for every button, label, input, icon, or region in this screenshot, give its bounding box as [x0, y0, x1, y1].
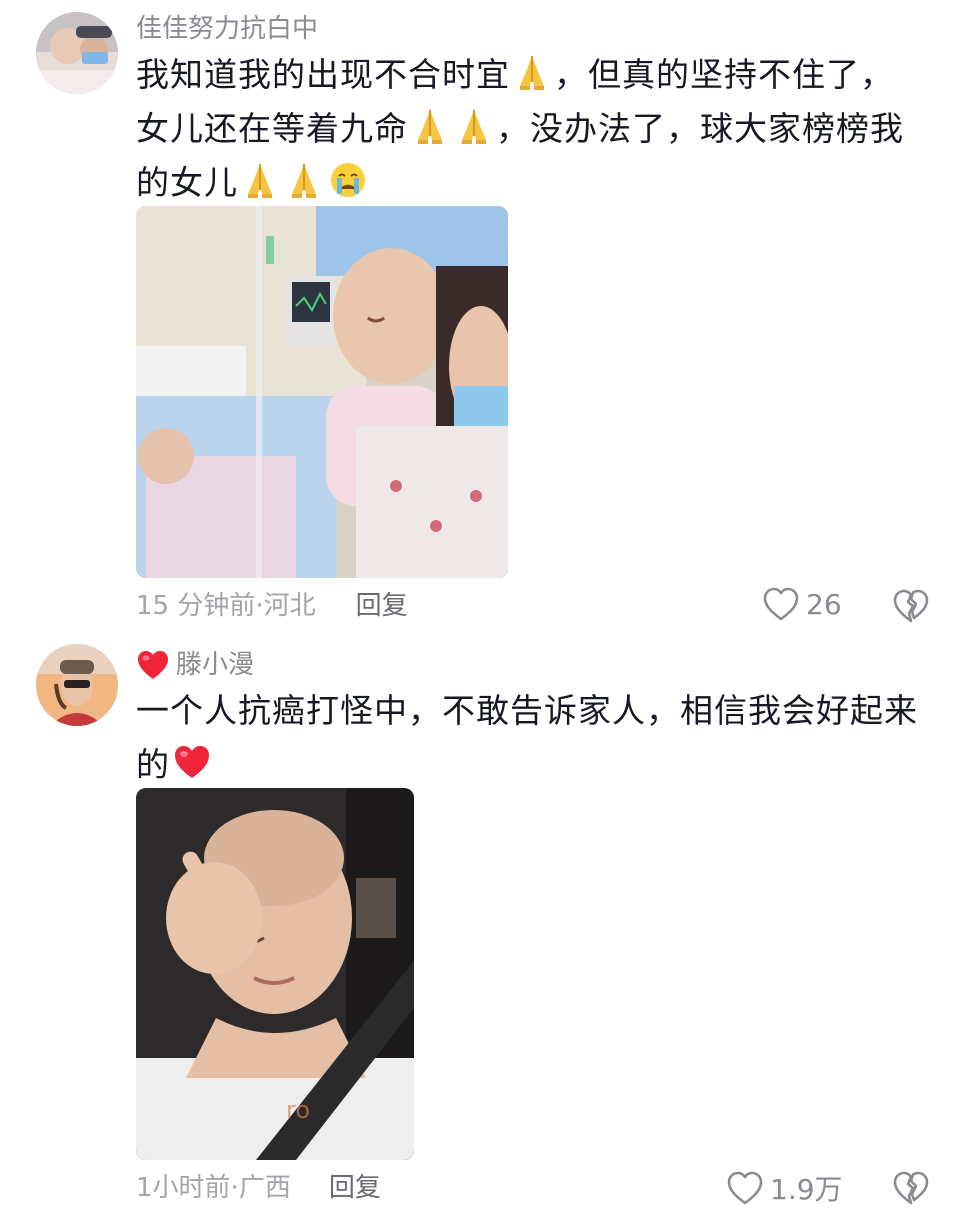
comment-text: 我知道我的出现不合时宜 ，但真的坚持不住了， 女儿还在等着九命 ，没办法了，球大家榜… [136, 48, 926, 210]
like-button[interactable]: 1.9万 [726, 1168, 843, 1208]
selfie-photo-image: ro [136, 788, 414, 1160]
pray-emoji-icon [410, 106, 450, 146]
username[interactable]: 佳佳努力抗白中 [136, 12, 318, 46]
comment-text-segment: 的 [136, 745, 170, 784]
like-count: 1.9万 [770, 1173, 843, 1206]
like-button[interactable]: 26 [762, 586, 842, 622]
heart-outline-icon [763, 587, 799, 621]
comment-line: 的 [136, 738, 926, 792]
avatar[interactable] [36, 644, 118, 726]
comment-text-segment: 女儿还在等着九命 [136, 109, 408, 148]
comment-line: 我知道我的出现不合时宜 ，但真的坚持不住了， [136, 48, 926, 102]
pray-emoji-icon [454, 106, 494, 146]
hospital-bed-photo-image [136, 206, 508, 578]
heart-outline-icon [727, 1171, 763, 1205]
comment-time: 15 分钟前 [136, 591, 256, 621]
comment-text-segment: ，但真的坚持不住了， [554, 55, 894, 94]
dislike-button[interactable] [892, 588, 930, 624]
dislike-button[interactable] [892, 1170, 930, 1206]
avatar[interactable] [36, 12, 118, 94]
pray-emoji-icon [284, 160, 324, 200]
pray-emoji-icon [512, 52, 552, 92]
red-heart-icon [136, 649, 170, 681]
pray-emoji-icon [240, 160, 280, 200]
username[interactable]: 滕小漫 [136, 648, 254, 682]
meta-separator: · [255, 591, 264, 621]
username-text[interactable]: 滕小漫 [176, 648, 254, 682]
comment-line: 女儿还在等着九命 ，没办法了，球大家榜榜我 [136, 102, 926, 156]
comment-meta: 1小时前 · 广西 回复 [136, 1170, 381, 1206]
comment-meta: 15 分钟前 · 河北 回复 [136, 588, 408, 624]
red-heart-emoji-icon [172, 742, 212, 782]
broken-heart-icon [893, 589, 929, 623]
comment-location: 河北 [263, 591, 316, 621]
crying-face-emoji-icon [328, 160, 368, 200]
svg-text:ro: ro [286, 1096, 310, 1124]
broken-heart-icon [893, 1171, 929, 1205]
comment-line: 一个人抗癌打怪中，不敢告诉家人，相信我会好起来 [136, 691, 918, 730]
avatar-image [36, 12, 118, 94]
like-count: 26 [806, 587, 842, 621]
comment-photo[interactable] [136, 206, 508, 578]
comment-line: 的女儿 [136, 156, 926, 210]
comment-location: 广西 [238, 1173, 291, 1203]
username-text[interactable]: 佳佳努力抗白中 [136, 12, 318, 46]
avatar-image [36, 644, 118, 726]
reply-button[interactable]: 回复 [329, 1170, 381, 1206]
comment-text-segment: 的女儿 [136, 163, 238, 202]
comment-text-segment: 我知道我的出现不合时宜 [136, 55, 510, 94]
comment-text-segment: ，没办法了，球大家榜榜我 [496, 109, 904, 148]
comment-text: 一个人抗癌打怪中，不敢告诉家人，相信我会好起来 的 [136, 684, 926, 792]
comment-time: 1小时前 [136, 1173, 231, 1203]
reply-button[interactable]: 回复 [356, 588, 408, 624]
comment-photo[interactable]: ro [136, 788, 414, 1160]
meta-separator: · [230, 1173, 239, 1203]
